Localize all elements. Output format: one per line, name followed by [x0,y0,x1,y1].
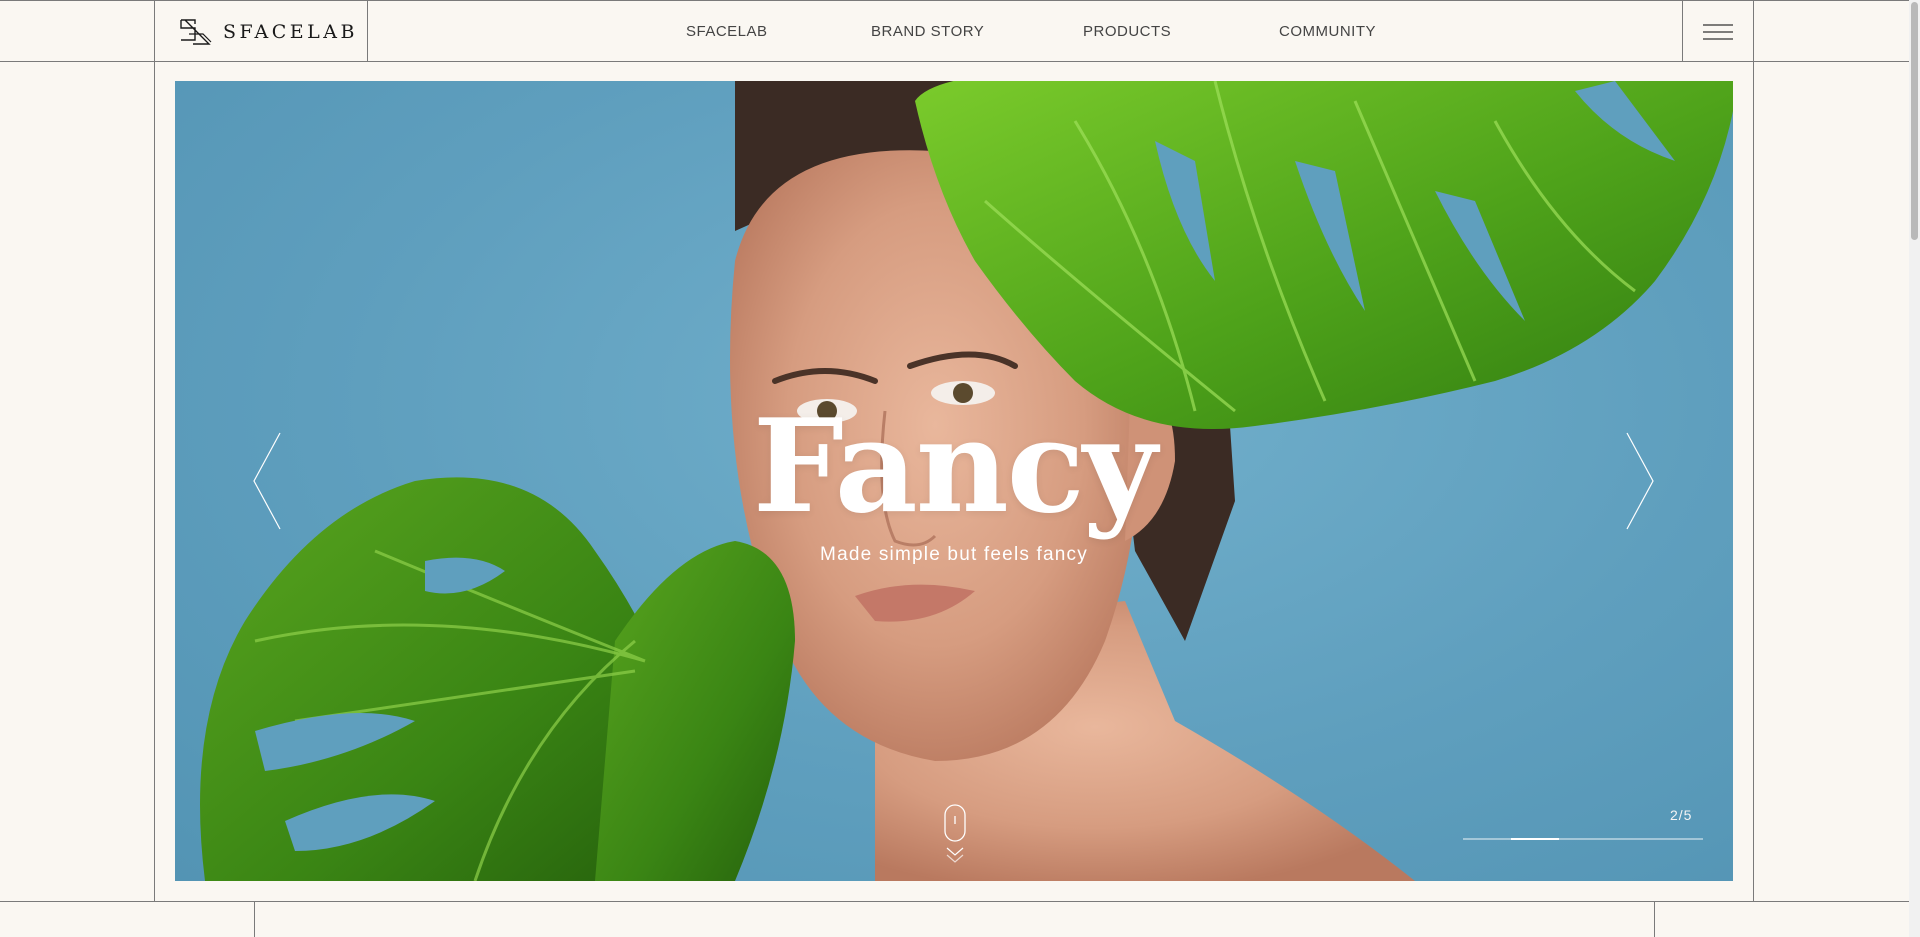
page-scrollbar[interactable] [1909,0,1920,937]
nav-item-sfacelab[interactable]: SFACELAB [686,23,768,40]
logo-text: SFACELAB [223,20,358,43]
slide-progress-bar [1463,838,1703,840]
hero-subtitle: Made simple but feels fancy [820,544,1088,565]
next-slide-button[interactable] [1623,431,1663,531]
slide-progress-fill [1511,838,1559,840]
menu-button[interactable] [1682,1,1754,62]
hero-title: Fancy [752,392,1157,542]
nav-item-products[interactable]: PRODUCTS [1083,23,1171,40]
mouse-scroll-icon [944,804,966,863]
bottom-band [0,901,1909,937]
scrollbar-thumb[interactable] [1911,2,1918,240]
hero-slider: Fancy Made simple but feels fancy 2/5 [175,81,1733,881]
nav-item-community[interactable]: COMMUNITY [1279,23,1376,40]
chevron-left-icon [253,432,281,530]
divider [254,902,255,937]
slide-counter: 2/5 [1670,807,1693,823]
chevron-right-icon [1626,432,1654,530]
divider [1654,902,1655,937]
logo-link[interactable]: SFACELAB [154,1,368,62]
site-header: SFACELAB SFACELAB BRAND STORY PRODUCTS C… [0,0,1909,62]
prev-slide-button[interactable] [250,431,290,531]
sf-monogram-icon [180,18,212,45]
nav-item-brand-story[interactable]: BRAND STORY [871,23,984,40]
hamburger-icon [1703,23,1733,40]
scroll-down-indicator[interactable] [940,804,970,868]
